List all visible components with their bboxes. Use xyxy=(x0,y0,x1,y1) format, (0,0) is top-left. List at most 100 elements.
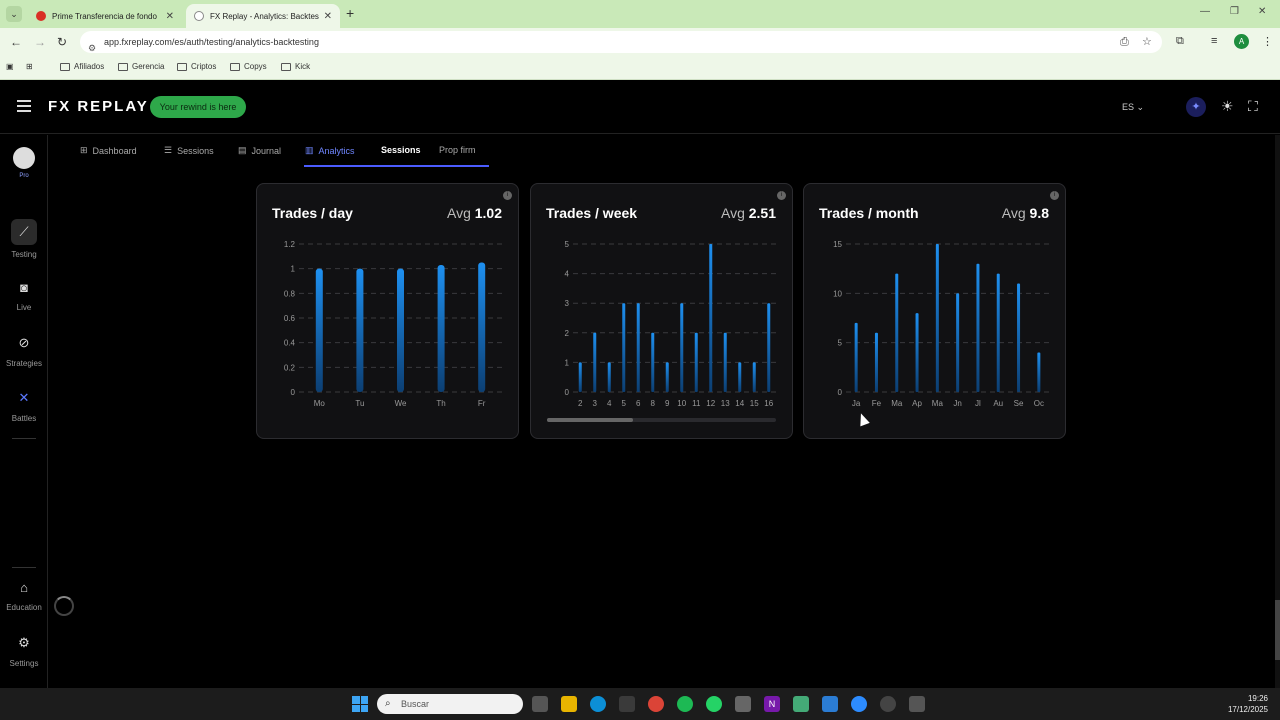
close-tab-icon[interactable]: ✕ xyxy=(166,11,174,22)
y-tick-label: 3 xyxy=(565,299,570,308)
forward-icon[interactable]: → xyxy=(34,35,46,49)
bookmark-star-icon[interactable]: ☆ xyxy=(1142,31,1152,53)
bar xyxy=(478,262,486,392)
y-tick-label: 0.4 xyxy=(284,339,296,348)
zoom-icon[interactable] xyxy=(851,696,867,712)
media-control-icon[interactable]: ≡ xyxy=(1211,35,1217,47)
bookmark-copys[interactable]: Copys xyxy=(230,62,267,71)
clock-date: 17/12/2025 xyxy=(1227,705,1268,714)
browser-tab-fxreplay[interactable]: FX Replay - Analytics: Backtes ✕ xyxy=(186,4,340,28)
info-icon[interactable]: i xyxy=(1050,191,1059,200)
tab-search-icon[interactable]: ⌄ xyxy=(6,6,22,22)
tab-dashboard[interactable]: ⊞ Dashboard xyxy=(80,145,137,156)
sidebar-item-label: Education xyxy=(6,603,42,612)
bar xyxy=(976,263,980,392)
language-select[interactable]: ES ⌄ xyxy=(1122,102,1144,113)
new-tab-icon[interactable]: + xyxy=(346,5,354,21)
notebook-icon: ▤ xyxy=(238,145,247,155)
search-icon: ⌕ xyxy=(385,698,391,709)
sidebar-toggle-icon[interactable]: ▣ xyxy=(6,62,14,71)
edge-icon[interactable] xyxy=(590,696,606,712)
ai-sparkle-icon[interactable]: ✦ xyxy=(1186,97,1206,117)
more-menu-icon[interactable]: ⋮ xyxy=(1262,35,1273,48)
whatsapp-icon[interactable] xyxy=(706,696,722,712)
bookmark-kick[interactable]: Kick xyxy=(281,62,310,71)
install-app-icon[interactable]: ⎙ xyxy=(1120,31,1129,53)
store-icon[interactable] xyxy=(619,696,635,712)
y-tick-label: 1.2 xyxy=(284,240,296,249)
calculator-icon[interactable] xyxy=(909,696,925,712)
info-icon[interactable]: i xyxy=(503,191,512,200)
x-tick-label: 15 xyxy=(750,399,759,408)
restore-icon[interactable]: ❐ xyxy=(1230,6,1239,17)
app-icon[interactable] xyxy=(735,696,751,712)
bar xyxy=(651,332,655,392)
windows-start-icon[interactable] xyxy=(352,696,368,712)
notepad-icon[interactable] xyxy=(822,696,838,712)
chart-scrollbar-thumb[interactable] xyxy=(547,418,633,422)
y-tick-label: 2 xyxy=(565,329,570,338)
page-scrollbar[interactable] xyxy=(1275,135,1280,688)
fxreplay-logo[interactable]: FX REPLAY xyxy=(48,98,149,115)
extensions-icon[interactable]: ⧉ xyxy=(1176,35,1184,48)
back-icon[interactable]: ← xyxy=(10,35,22,49)
fullscreen-icon[interactable]: ⛶ xyxy=(1248,98,1258,115)
onenote-icon[interactable]: N xyxy=(764,696,780,712)
taskbar-search-input[interactable]: ⌕ Buscar xyxy=(377,694,523,714)
close-window-icon[interactable]: ✕ xyxy=(1258,6,1266,17)
app-icon[interactable] xyxy=(880,696,896,712)
bookmark-criptos[interactable]: Criptos xyxy=(177,62,216,71)
bookmark-gerencia[interactable]: Gerencia xyxy=(118,62,164,71)
sidebar-item-battles[interactable]: ✕ Battles xyxy=(0,390,48,423)
browser-tab-prime[interactable]: Prime Transferencia de fondo ✕ xyxy=(28,4,182,28)
sidebar-divider xyxy=(12,567,36,568)
x-tick-label: 5 xyxy=(622,399,627,408)
clock-time: 19:26 xyxy=(1247,694,1268,703)
card-average: Avg 9.8 xyxy=(1001,205,1049,221)
bar xyxy=(397,268,404,392)
windows-taskbar: ⌕ Buscar N 19:26 17/12/2025 xyxy=(0,688,1280,720)
x-tick-label: 9 xyxy=(665,399,670,408)
bookmark-afiliados[interactable]: Afiliados xyxy=(60,62,104,71)
bar xyxy=(665,362,669,392)
tab-sessions[interactable]: ☰ Sessions xyxy=(164,145,214,156)
bar xyxy=(874,332,878,392)
reload-icon[interactable]: ↻ xyxy=(57,35,67,49)
page-scrollbar-thumb[interactable] xyxy=(1275,600,1280,660)
apps-grid-icon[interactable]: ⊞ xyxy=(26,62,33,71)
task-view-icon[interactable] xyxy=(532,696,548,712)
tab-analytics[interactable]: ▥ Analytics xyxy=(305,145,355,156)
sidebar-item-live[interactable]: ◙ Live xyxy=(0,280,48,312)
sidebar-item-education[interactable]: ⌂ Education xyxy=(0,580,48,612)
tab-journal[interactable]: ▤ Journal xyxy=(238,145,281,156)
chart-scrollbar[interactable] xyxy=(547,418,776,422)
sidebar-item-strategies[interactable]: ⊘ Strategies xyxy=(0,335,48,368)
file-explorer-icon[interactable] xyxy=(561,696,577,712)
tab-sessions-analytics[interactable]: Sessions xyxy=(381,145,421,155)
minimize-icon[interactable]: — xyxy=(1200,6,1210,17)
profile-avatar[interactable]: A xyxy=(1234,34,1249,49)
y-tick-label: 0 xyxy=(565,388,570,397)
trades-per-day-card: Trades / day Avg 1.02 i 0 0.2 0.4 0.6 0.8 1 1.… xyxy=(256,183,519,439)
x-tick-label: Tu xyxy=(355,399,364,408)
rewind-button[interactable]: Your rewind is here xyxy=(150,96,246,118)
theme-sun-icon[interactable]: ☀ xyxy=(1221,98,1234,115)
hamburger-menu-icon[interactable] xyxy=(17,100,31,112)
chart-line-icon: ⟋ xyxy=(11,219,37,245)
close-tab-icon[interactable]: ✕ xyxy=(324,11,332,22)
url-input[interactable]: ⚙ app.fxreplay.com/es/auth/testing/analy… xyxy=(80,31,1162,53)
info-icon[interactable]: i xyxy=(777,191,786,200)
x-tick-label: 16 xyxy=(764,399,773,408)
card-average: Avg 2.51 xyxy=(720,205,776,221)
sidebar-item-testing[interactable]: ⟋ Testing xyxy=(0,219,48,259)
system-clock[interactable]: 19:26 17/12/2025 xyxy=(1228,693,1268,715)
graduation-cap-icon: ⌂ xyxy=(20,580,28,595)
sidebar-item-settings[interactable]: ⚙ Settings xyxy=(0,635,48,668)
spotify-icon[interactable] xyxy=(677,696,693,712)
sub-navigation: ⊞ Dashboard ☰ Sessions ▤ Journal ▥ Analytics… xyxy=(49,135,1275,168)
chrome-icon[interactable] xyxy=(648,696,664,712)
app-icon[interactable] xyxy=(793,696,809,712)
sidebar-profile[interactable]: Pro xyxy=(0,147,48,179)
tab-prop-firm[interactable]: Prop firm xyxy=(439,145,476,155)
x-tick-label: 4 xyxy=(607,399,612,408)
